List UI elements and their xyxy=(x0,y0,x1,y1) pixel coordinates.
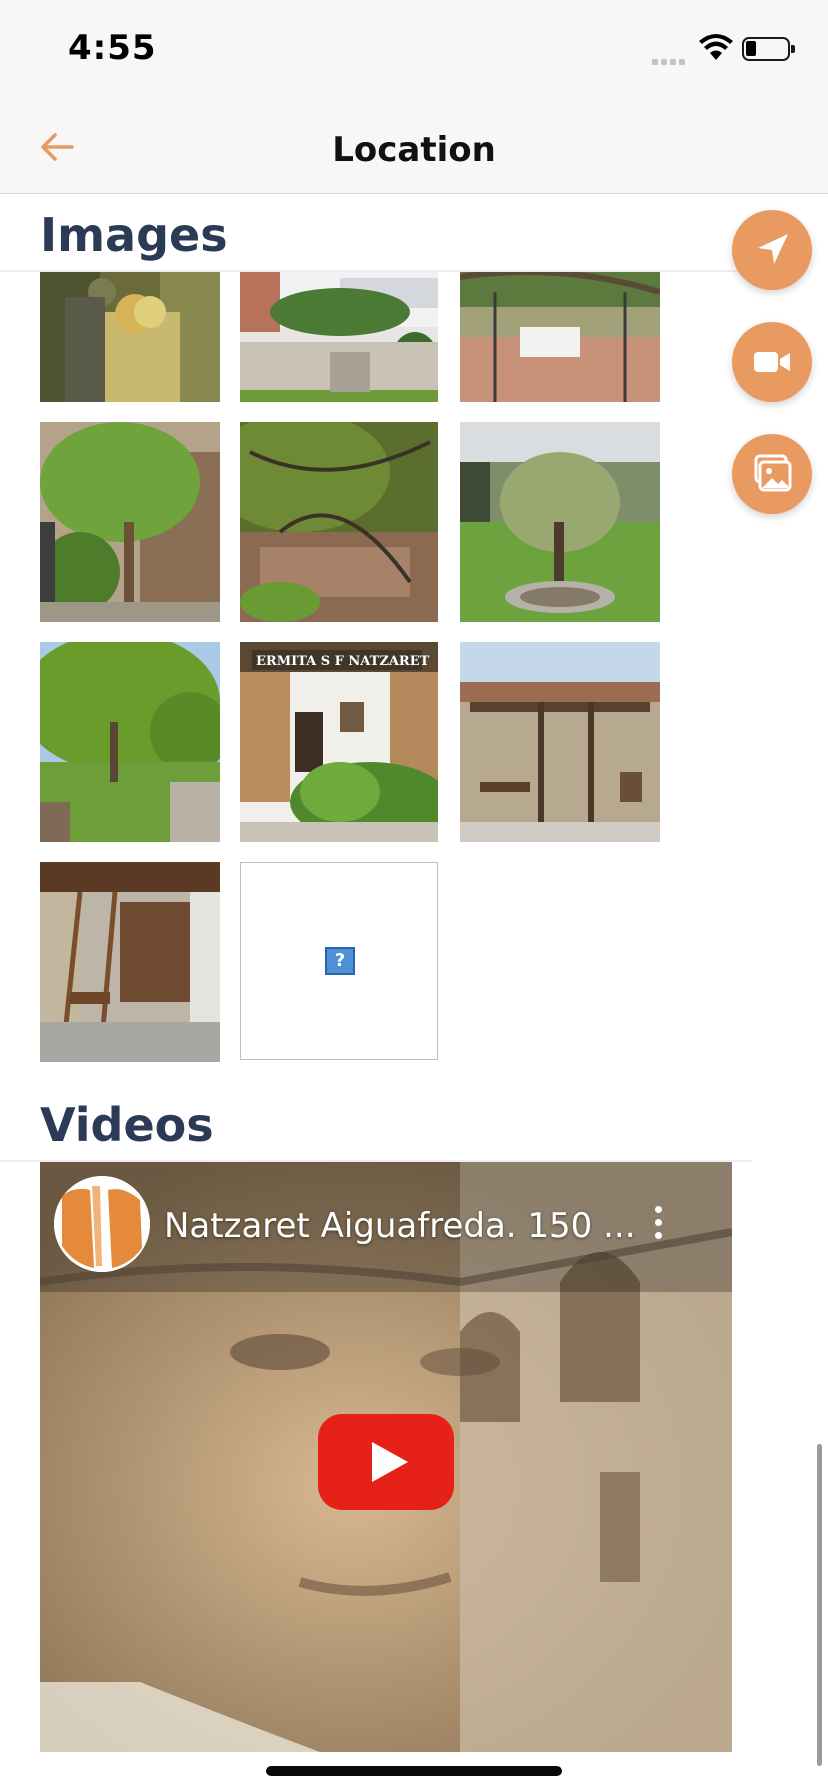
status-bar: 4:55 xyxy=(0,0,828,96)
image-thumbnail-3[interactable] xyxy=(460,272,660,402)
photo-gallery-button[interactable] xyxy=(732,434,812,514)
status-time: 4:55 xyxy=(68,28,157,68)
video-title: Natzaret Aiguafreda. 150 ... xyxy=(164,1206,636,1246)
video-player[interactable]: Natzaret Aiguafreda. 150 ... xyxy=(40,1162,732,1752)
page-title: Location xyxy=(332,130,496,170)
broken-image-icon: ? xyxy=(325,947,355,975)
image-thumbnail-9[interactable] xyxy=(460,642,660,842)
images-section-title: Images xyxy=(40,208,228,262)
scrollbar[interactable] xyxy=(817,1444,822,1766)
channel-logo[interactable] xyxy=(54,1176,150,1272)
image-thumbnail-5[interactable] xyxy=(240,422,438,622)
cellular-signal-icon xyxy=(652,52,688,70)
videos-section-title: Videos xyxy=(40,1098,214,1152)
home-indicator[interactable] xyxy=(266,1766,562,1776)
broken-image-placeholder[interactable]: ? xyxy=(240,862,438,1060)
navigation-bar: Location xyxy=(0,96,828,194)
svg-text:ERMITA S F NATZARET: ERMITA S F NATZARET xyxy=(256,654,430,669)
more-options-icon[interactable] xyxy=(650,1206,666,1246)
image-thumbnail-10[interactable] xyxy=(40,862,220,1062)
wifi-icon xyxy=(699,34,733,60)
video-camera-icon xyxy=(754,352,790,372)
navigate-arrow-icon xyxy=(758,234,788,264)
video-button[interactable] xyxy=(732,322,812,402)
image-thumbnail-4[interactable] xyxy=(40,422,220,622)
image-thumbnail-2[interactable] xyxy=(240,272,438,402)
play-icon[interactable] xyxy=(318,1414,454,1510)
image-thumbnail-8[interactable]: ERMITA S F NATZARET xyxy=(240,642,438,842)
image-thumbnail-1[interactable] xyxy=(40,272,220,402)
image-thumbnail-6[interactable] xyxy=(460,422,660,622)
navigate-button[interactable] xyxy=(732,210,812,290)
image-thumbnail-7[interactable] xyxy=(40,642,220,842)
photo-gallery-icon xyxy=(754,454,792,492)
battery-icon xyxy=(742,37,795,61)
